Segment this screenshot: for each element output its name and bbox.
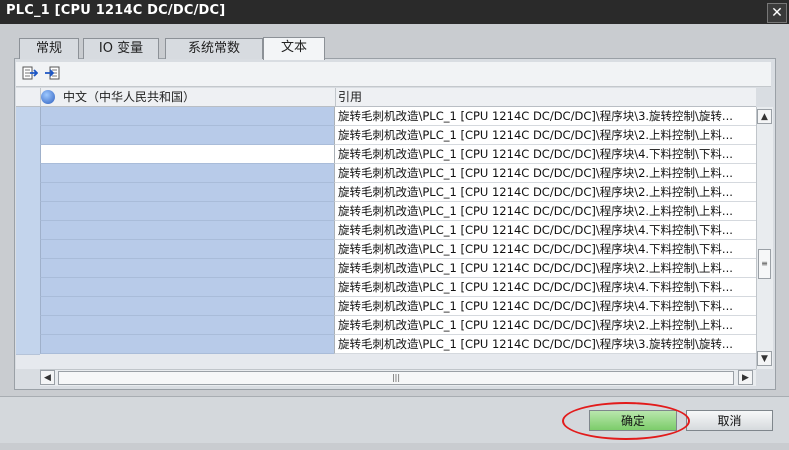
chinese-text-cell[interactable] xyxy=(40,183,335,202)
table-row[interactable]: 旋转毛刺机改造\PLC_1 [CPU 1214C DC/DC/DC]\程序块\3… xyxy=(16,107,756,127)
chinese-text-cell[interactable] xyxy=(40,145,335,164)
text-table: 中文（中华人民共和国） 引用 旋转毛刺机改造\PLC_1 [CPU 1214C … xyxy=(16,88,756,369)
reference-cell: 旋转毛刺机改造\PLC_1 [CPU 1214C DC/DC/DC]\程序块\2… xyxy=(334,183,756,202)
scroll-down-icon[interactable]: ▼ xyxy=(757,351,772,366)
reference-cell: 旋转毛刺机改造\PLC_1 [CPU 1214C DC/DC/DC]\程序块\4… xyxy=(334,297,756,316)
row-selector[interactable] xyxy=(16,335,40,355)
row-selector[interactable] xyxy=(16,202,40,222)
reference-cell: 旋转毛刺机改造\PLC_1 [CPU 1214C DC/DC/DC]\程序块\2… xyxy=(334,202,756,221)
table-header: 中文（中华人民共和国） 引用 xyxy=(16,88,756,107)
chinese-text-cell[interactable] xyxy=(40,202,335,221)
window-title: PLC_1 [CPU 1214C DC/DC/DC] xyxy=(6,3,226,18)
chinese-text-cell[interactable] xyxy=(40,297,335,316)
row-selector[interactable] xyxy=(16,297,40,317)
chinese-text-cell[interactable] xyxy=(40,126,335,145)
table-row[interactable]: 旋转毛刺机改造\PLC_1 [CPU 1214C DC/DC/DC]\程序块\4… xyxy=(16,240,756,260)
table-row[interactable]: 旋转毛刺机改造\PLC_1 [CPU 1214C DC/DC/DC]\程序块\2… xyxy=(16,259,756,279)
vertical-scroll-thumb[interactable]: ≡ xyxy=(758,249,771,279)
chinese-text-cell[interactable] xyxy=(40,316,335,335)
title-bar: PLC_1 [CPU 1214C DC/DC/DC] ✕ xyxy=(0,0,789,24)
table-row[interactable]: 旋转毛刺机改造\PLC_1 [CPU 1214C DC/DC/DC]\程序块\4… xyxy=(16,278,756,298)
vertical-scrollbar[interactable]: ▲ ≡ ▼ xyxy=(756,107,773,369)
row-selector[interactable] xyxy=(16,107,40,127)
table-row[interactable]: 旋转毛刺机改造\PLC_1 [CPU 1214C DC/DC/DC]\程序块\2… xyxy=(16,126,756,146)
table-row[interactable]: 旋转毛刺机改造\PLC_1 [CPU 1214C DC/DC/DC]\程序块\3… xyxy=(16,335,756,355)
horizontal-scroll-thumb[interactable]: ||| xyxy=(58,371,734,385)
cancel-button[interactable]: 取消 xyxy=(686,410,773,431)
chinese-text-cell[interactable] xyxy=(40,278,335,297)
reference-cell: 旋转毛刺机改造\PLC_1 [CPU 1214C DC/DC/DC]\程序块\4… xyxy=(334,240,756,259)
row-selector[interactable] xyxy=(16,221,40,241)
horizontal-scrollbar[interactable]: ◀ ||| ▶ xyxy=(40,369,756,386)
table-row[interactable]: 旋转毛刺机改造\PLC_1 [CPU 1214C DC/DC/DC]\程序块\2… xyxy=(16,202,756,222)
import-icon[interactable] xyxy=(44,66,60,80)
reference-cell: 旋转毛刺机改造\PLC_1 [CPU 1214C DC/DC/DC]\程序块\4… xyxy=(334,278,756,297)
table-row[interactable]: 旋转毛刺机改造\PLC_1 [CPU 1214C DC/DC/DC]\程序块\4… xyxy=(16,145,756,165)
column-header-reference[interactable]: 引用 xyxy=(336,88,362,106)
row-selector[interactable] xyxy=(16,240,40,260)
tab-io-tags[interactable]: IO 变量 xyxy=(83,38,159,59)
chinese-text-cell[interactable] xyxy=(40,164,335,183)
reference-cell: 旋转毛刺机改造\PLC_1 [CPU 1214C DC/DC/DC]\程序块\2… xyxy=(334,164,756,183)
scroll-right-icon[interactable]: ▶ xyxy=(738,370,753,385)
reference-cell: 旋转毛刺机改造\PLC_1 [CPU 1214C DC/DC/DC]\程序块\2… xyxy=(334,316,756,335)
reference-cell: 旋转毛刺机改造\PLC_1 [CPU 1214C DC/DC/DC]\程序块\4… xyxy=(334,145,756,164)
reference-cell: 旋转毛刺机改造\PLC_1 [CPU 1214C DC/DC/DC]\程序块\2… xyxy=(334,126,756,145)
chinese-text-cell[interactable] xyxy=(40,107,335,126)
close-button[interactable]: ✕ xyxy=(767,3,787,23)
chinese-text-cell[interactable] xyxy=(40,335,335,354)
row-selector[interactable] xyxy=(16,278,40,298)
row-selector[interactable] xyxy=(16,126,40,146)
tab-system-constants[interactable]: 系统常数 xyxy=(165,38,263,59)
row-selector[interactable] xyxy=(16,145,40,165)
row-selector[interactable] xyxy=(16,316,40,336)
reference-cell: 旋转毛刺机改造\PLC_1 [CPU 1214C DC/DC/DC]\程序块\3… xyxy=(334,335,756,354)
chinese-text-cell[interactable] xyxy=(40,259,335,278)
export-icon[interactable] xyxy=(22,66,38,80)
chinese-text-cell[interactable] xyxy=(40,221,335,240)
scroll-left-icon[interactable]: ◀ xyxy=(40,370,55,385)
table-row[interactable]: 旋转毛刺机改造\PLC_1 [CPU 1214C DC/DC/DC]\程序块\4… xyxy=(16,221,756,241)
tab-text[interactable]: 文本 xyxy=(263,37,325,60)
column-header-chinese[interactable]: 中文（中华人民共和国） xyxy=(40,88,336,106)
scroll-up-icon[interactable]: ▲ xyxy=(757,109,772,124)
row-selector[interactable] xyxy=(16,164,40,184)
row-selector[interactable] xyxy=(16,259,40,279)
ok-button[interactable]: 确定 xyxy=(589,410,677,431)
toolbar xyxy=(16,62,771,87)
tab-general[interactable]: 常规 xyxy=(19,38,79,59)
row-selector[interactable] xyxy=(16,183,40,203)
dialog-window: PLC_1 [CPU 1214C DC/DC/DC] ✕ 常规 IO 变量 系统… xyxy=(0,0,789,450)
reference-cell: 旋转毛刺机改造\PLC_1 [CPU 1214C DC/DC/DC]\程序块\4… xyxy=(334,221,756,240)
reference-cell: 旋转毛刺机改造\PLC_1 [CPU 1214C DC/DC/DC]\程序块\2… xyxy=(334,259,756,278)
reference-cell: 旋转毛刺机改造\PLC_1 [CPU 1214C DC/DC/DC]\程序块\3… xyxy=(334,107,756,126)
table-row[interactable]: 旋转毛刺机改造\PLC_1 [CPU 1214C DC/DC/DC]\程序块\4… xyxy=(16,297,756,317)
table-row[interactable]: 旋转毛刺机改造\PLC_1 [CPU 1214C DC/DC/DC]\程序块\2… xyxy=(16,316,756,336)
table-row[interactable]: 旋转毛刺机改造\PLC_1 [CPU 1214C DC/DC/DC]\程序块\2… xyxy=(16,164,756,184)
chinese-text-cell[interactable] xyxy=(40,240,335,259)
globe-icon xyxy=(41,90,55,104)
table-row[interactable]: 旋转毛刺机改造\PLC_1 [CPU 1214C DC/DC/DC]\程序块\2… xyxy=(16,183,756,203)
